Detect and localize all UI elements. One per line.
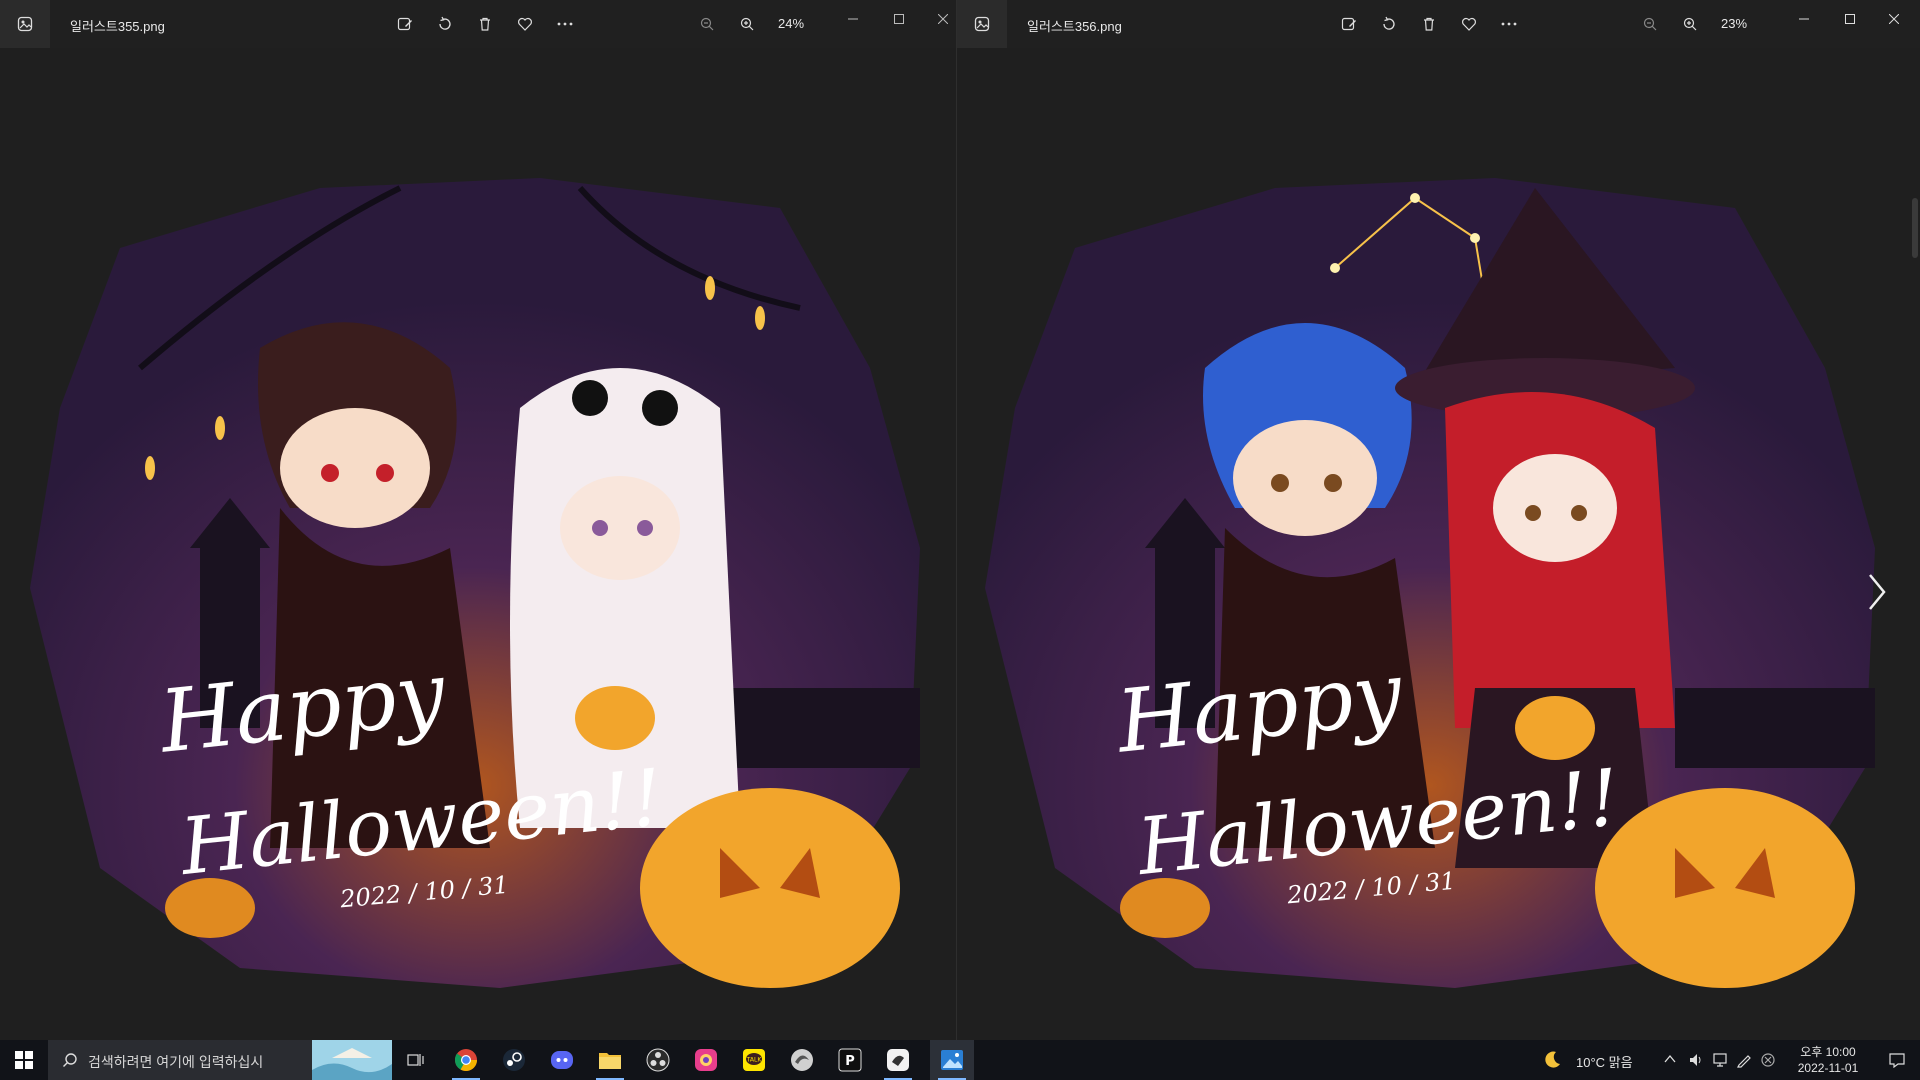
chrome-icon[interactable] xyxy=(444,1040,488,1080)
zoom-in-icon[interactable] xyxy=(1677,12,1703,36)
zoom-level[interactable]: 23% xyxy=(1721,16,1747,31)
browser-icon[interactable] xyxy=(780,1040,824,1080)
scrollbar[interactable] xyxy=(1912,198,1918,258)
chevron-right-icon xyxy=(1869,574,1886,610)
network-icon[interactable] xyxy=(1712,1052,1728,1068)
svg-text:P: P xyxy=(845,1054,855,1069)
maximize-icon[interactable] xyxy=(884,8,914,30)
title-bar: 일러스트356.png 23% xyxy=(957,0,1920,48)
image-canvas[interactable]: Happy Halloween!! 2022 / 10 / 31 xyxy=(957,48,1920,1040)
close-icon[interactable] xyxy=(928,8,956,30)
favorite-icon[interactable] xyxy=(512,12,538,36)
photo-editor-icon[interactable] xyxy=(684,1040,728,1080)
photo-viewer-left: 일러스트355.png 24% Happy Halloween!! 2022 /… xyxy=(0,0,957,1040)
minimize-icon[interactable] xyxy=(838,8,868,30)
notification-center-icon[interactable] xyxy=(1882,1048,1912,1072)
windows-icon xyxy=(15,1051,33,1069)
clip-studio-icon[interactable] xyxy=(876,1040,920,1080)
title-bar: 일러스트355.png 24% xyxy=(0,0,956,48)
pen-icon[interactable] xyxy=(1736,1052,1752,1068)
minimize-icon[interactable] xyxy=(1789,8,1819,30)
zoom-in-icon[interactable] xyxy=(734,12,760,36)
discord-icon[interactable] xyxy=(540,1040,584,1080)
moon-weather-icon[interactable] xyxy=(1542,1050,1562,1070)
delete-icon[interactable] xyxy=(1416,12,1442,36)
speaker-icon[interactable] xyxy=(1688,1052,1704,1068)
task-view-icon[interactable] xyxy=(394,1040,438,1080)
search-icon xyxy=(63,1053,77,1067)
photos-app-icon[interactable] xyxy=(957,0,1007,48)
file-explorer-icon[interactable] xyxy=(588,1040,632,1080)
more-icon[interactable] xyxy=(1496,12,1522,36)
chevron-up-icon[interactable] xyxy=(1664,1054,1676,1064)
edit-image-icon[interactable] xyxy=(1336,12,1362,36)
photos-app-icon[interactable] xyxy=(0,0,50,48)
steam-icon[interactable] xyxy=(492,1040,536,1080)
maximize-icon[interactable] xyxy=(1835,8,1865,30)
taskbar: 검색하려면 여기에 입력하십시 TALK P 10°C 맑음 오후 10:00 … xyxy=(0,1040,1920,1080)
photo-viewer-right: 일러스트356.png 23% Happy Halloween!! 2022 /… xyxy=(957,0,1920,1040)
taskbar-search-box[interactable]: 검색하려면 여기에 입력하십시 xyxy=(48,1040,392,1080)
zoom-out-icon[interactable] xyxy=(694,12,720,36)
rotate-icon[interactable] xyxy=(432,12,458,36)
file-name: 일러스트356.png xyxy=(1027,19,1122,34)
kakaotalk-icon[interactable]: TALK xyxy=(732,1040,776,1080)
clock-date: 2022-11-01 xyxy=(1797,1061,1859,1075)
clock-time: 오후 10:00 xyxy=(1800,1045,1856,1059)
favorite-icon[interactable] xyxy=(1456,12,1482,36)
rotate-icon[interactable] xyxy=(1376,12,1402,36)
delete-icon[interactable] xyxy=(472,12,498,36)
photos-taskbar-icon[interactable] xyxy=(930,1040,974,1080)
pixiv-icon[interactable]: P xyxy=(828,1040,872,1080)
search-placeholder: 검색하려면 여기에 입력하십시 xyxy=(88,1054,264,1070)
image-canvas[interactable]: Happy Halloween!! 2022 / 10 / 31 xyxy=(0,48,956,1040)
file-name: 일러스트355.png xyxy=(70,19,165,34)
search-highlight-art xyxy=(312,1040,392,1080)
edit-image-icon[interactable] xyxy=(392,12,418,36)
weather-text[interactable]: 10°C 맑음 xyxy=(1576,1052,1633,1071)
svg-text:TALK: TALK xyxy=(746,1057,763,1064)
zoom-level[interactable]: 24% xyxy=(778,16,804,31)
zoom-out-icon[interactable] xyxy=(1637,12,1663,36)
more-icon[interactable] xyxy=(552,12,578,36)
app-tray-icon[interactable] xyxy=(1760,1052,1776,1068)
close-icon[interactable] xyxy=(1879,8,1909,30)
start-button[interactable] xyxy=(0,1040,48,1080)
obs-icon[interactable] xyxy=(636,1040,680,1080)
next-image-button[interactable] xyxy=(1862,568,1892,616)
system-clock[interactable]: 오후 10:00 2022-11-01 xyxy=(1788,1044,1868,1076)
